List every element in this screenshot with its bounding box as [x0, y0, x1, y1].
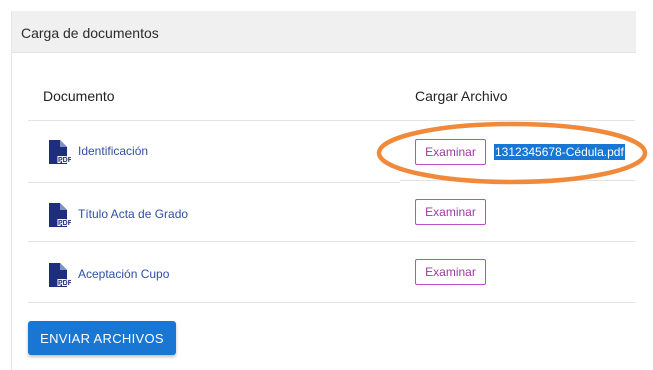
- row-divider: [28, 241, 635, 242]
- document-label-identificacion: Identificación: [78, 144, 149, 158]
- submit-files-button[interactable]: ENVIAR ARCHIVOS: [28, 321, 176, 355]
- panel-title: Carga de documentos: [21, 25, 159, 41]
- browse-button-titulo-acta[interactable]: Examinar: [415, 199, 486, 225]
- document-label-aceptacion-cupo: Aceptación Cupo: [78, 267, 170, 281]
- row-divider: [400, 180, 635, 181]
- column-header-document: Documento: [43, 88, 115, 104]
- browse-button-aceptacion-cupo[interactable]: Examinar: [415, 259, 486, 285]
- browse-button-identificacion[interactable]: Examinar: [415, 139, 486, 165]
- row-divider: [28, 182, 400, 183]
- svg-text:PDF: PDF: [58, 280, 71, 287]
- pdf-file-icon: PDF: [49, 140, 71, 164]
- document-upload-panel: Carga de documentos: [11, 11, 636, 370]
- pdf-file-icon: PDF: [49, 203, 71, 227]
- svg-text:PDF: PDF: [58, 157, 71, 164]
- pdf-file-icon: PDF: [49, 263, 71, 287]
- document-label-titulo-acta: Título Acta de Grado: [78, 207, 189, 221]
- selected-file-name[interactable]: 1312345678-Cédula.pdf: [494, 144, 625, 160]
- panel-header: Carga de documentos: [12, 11, 636, 53]
- header-divider: [28, 120, 635, 121]
- row-divider: [28, 302, 400, 303]
- row-divider: [400, 302, 635, 303]
- svg-text:PDF: PDF: [58, 220, 71, 227]
- column-header-upload: Cargar Archivo: [415, 88, 508, 104]
